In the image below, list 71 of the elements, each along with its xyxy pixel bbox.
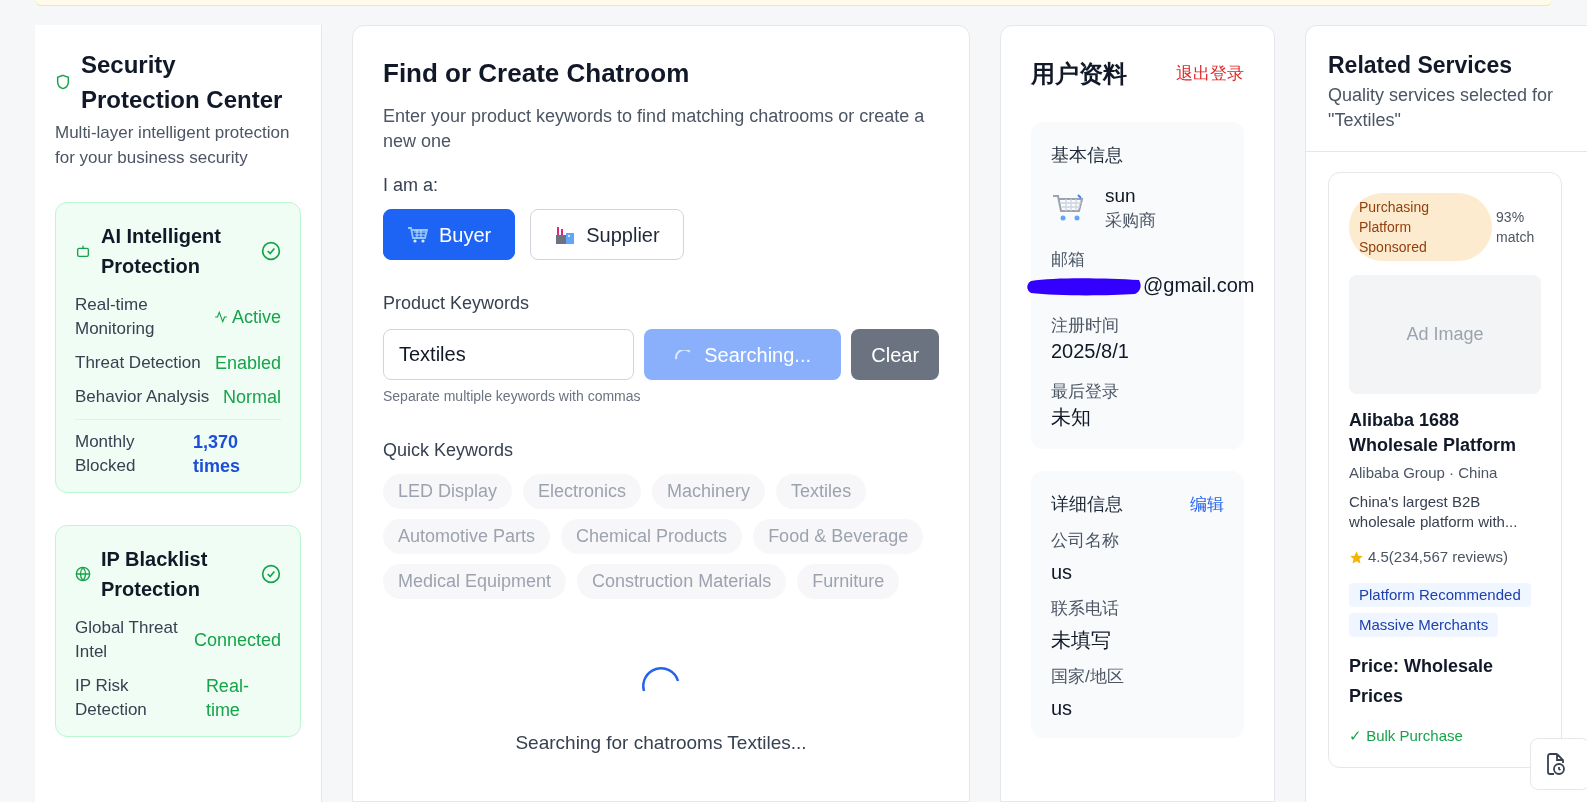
- service-tag: Platform Recommended: [1349, 582, 1531, 607]
- panel-title: Related Services: [1328, 51, 1514, 80]
- row-value: Active: [231, 306, 281, 329]
- card-title: 基本信息: [1051, 144, 1124, 167]
- card-title: AI Intelligent Protection: [101, 224, 222, 279]
- row-label: IP Risk Detection: [75, 675, 148, 721]
- field-label: 国家/地区: [1051, 666, 1125, 688]
- status-text: Searching for chatrooms Textiles...: [515, 731, 807, 755]
- rating-text: 4.5(234,567 reviews): [1368, 547, 1509, 567]
- star-icon: [1349, 549, 1364, 565]
- panel-title: 用户资料: [1031, 59, 1127, 89]
- user-name: sun: [1105, 184, 1137, 208]
- field-label: Product Keywords: [383, 292, 531, 315]
- row-label: Monthly Blocked: [75, 431, 137, 477]
- service-meta: Alibaba Group · China: [1349, 462, 1499, 483]
- field-value: @gmail.com: [1142, 273, 1255, 298]
- cart-icon: [407, 225, 429, 244]
- spinner-icon: [674, 349, 693, 360]
- panel-subtitle: Multi-layer intelligent protection for your business security: [55, 122, 291, 169]
- edit-link[interactable]: 编辑: [1190, 491, 1224, 518]
- panel-title: Security Protection Center: [81, 50, 284, 115]
- field-value: us: [1051, 696, 1074, 721]
- match-text: 93% match: [1496, 207, 1536, 247]
- field-value: us: [1051, 560, 1074, 585]
- user-role: 采购商: [1105, 210, 1156, 232]
- row-label: Threat Detection: [75, 352, 201, 374]
- service-description: China's largest B2B wholesale platform with...: [1349, 492, 1519, 532]
- role-button[interactable]: Supplier: [530, 209, 684, 260]
- row-value: Normal: [223, 386, 281, 409]
- robot-icon: [75, 243, 91, 259]
- hint-text: Separate multiple keywords with commas: [383, 387, 642, 406]
- image-placeholder-text: Ad Image: [1406, 322, 1484, 346]
- field-label: Quick Keywords: [383, 439, 515, 462]
- row-value: Connected: [193, 629, 281, 652]
- price-text: Price: Wholesale Prices: [1349, 654, 1495, 708]
- field-value: 未知: [1051, 405, 1091, 430]
- row-label: Real-time Monitoring: [75, 294, 156, 340]
- sponsored-badge: Purchasing Platform Sponsored: [1349, 192, 1493, 261]
- field-label: I am a:: [383, 174, 440, 197]
- row-value: 1,370 times: [193, 431, 242, 478]
- feature-text: ✓ Bulk Purchase: [1349, 725, 1464, 746]
- service-name: Alibaba 1688 Wholesale Platform: [1349, 408, 1518, 457]
- shield-icon: [55, 73, 71, 91]
- globe-icon: [75, 566, 91, 582]
- card-title: IP Blacklist Protection: [101, 547, 209, 602]
- panel-description: Enter your product keywords to find matching chatrooms or create a new one: [383, 105, 926, 153]
- panel-subtitle: Quality services selected for "Textiles": [1328, 83, 1555, 132]
- row-label: Behavior Analysis: [75, 386, 210, 408]
- factory-icon: [554, 224, 577, 245]
- cart-icon: [1051, 193, 1085, 223]
- floating-history-button[interactable]: [1530, 738, 1587, 790]
- service-tag: Massive Merchants: [1349, 612, 1499, 637]
- search-button[interactable]: Searching...: [644, 329, 842, 380]
- role-button[interactable]: Buyer: [383, 209, 516, 260]
- field-label: 注册时间: [1051, 315, 1120, 337]
- field-label: 最后登录: [1051, 381, 1120, 403]
- field-label: 公司名称: [1051, 530, 1120, 552]
- card-title: 详细信息: [1051, 493, 1123, 516]
- field-value: 未填写: [1051, 628, 1112, 653]
- pulse-icon: [213, 310, 228, 324]
- field-value: 2025/8/1: [1051, 339, 1129, 364]
- field-label: 联系电话: [1051, 598, 1120, 620]
- row-value: Enabled: [214, 352, 281, 375]
- clear-button[interactable]: Clear: [851, 329, 939, 380]
- document-clock-icon: [1545, 752, 1567, 776]
- field-label: 邮箱: [1051, 249, 1086, 271]
- logout-link[interactable]: 退出登录: [1176, 61, 1244, 87]
- keyword-input[interactable]: Textiles: [383, 329, 634, 380]
- row-value: Real-time: [205, 675, 250, 722]
- row-label: Global Threat Intel: [75, 617, 179, 663]
- panel-title: Find or Create Chatroom: [383, 57, 691, 90]
